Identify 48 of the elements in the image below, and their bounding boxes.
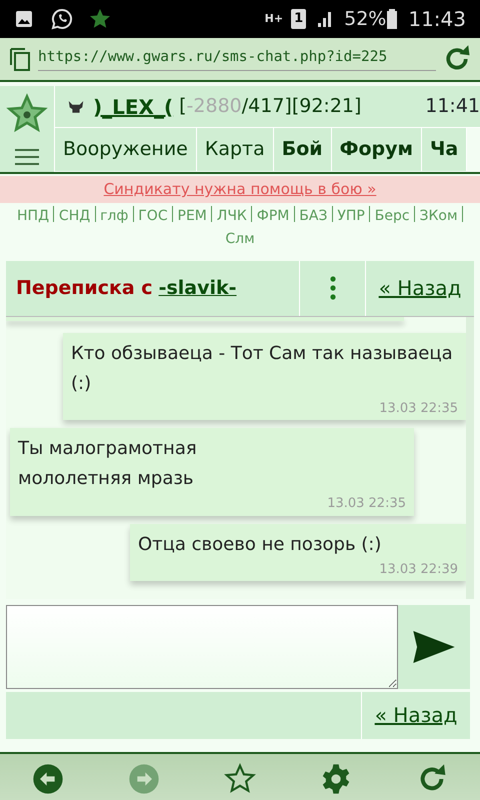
logo-star-icon[interactable] bbox=[6, 93, 48, 135]
message-text: Ты малограмотная мололетняя мразь bbox=[18, 437, 198, 491]
nav-tab[interactable]: Вооружение bbox=[55, 128, 197, 171]
message-input[interactable] bbox=[6, 604, 398, 688]
quick-link[interactable]: ФРМ bbox=[256, 208, 290, 224]
quick-link[interactable]: ЗКом bbox=[419, 208, 458, 224]
settings-icon[interactable] bbox=[320, 763, 352, 795]
quick-link[interactable]: НПД bbox=[17, 208, 50, 224]
quick-link[interactable]: СНД bbox=[58, 208, 90, 224]
menu-icon[interactable] bbox=[15, 149, 39, 165]
message-time: 13.03 22:39 bbox=[378, 560, 458, 578]
quick-link[interactable]: ЛЧК bbox=[216, 208, 247, 224]
message-text: Кто обзываеца - Тот Сам так называеца (:) bbox=[71, 342, 454, 396]
server-time: 11:41 bbox=[425, 94, 480, 120]
network-label: H+ bbox=[264, 10, 284, 27]
back-icon[interactable] bbox=[32, 763, 64, 795]
sim-icon: 1 bbox=[291, 9, 306, 29]
battery-icon bbox=[386, 8, 398, 30]
contact-link[interactable]: -slavik- bbox=[158, 274, 237, 302]
back-link[interactable]: « Назад bbox=[374, 700, 458, 730]
copy-icon[interactable] bbox=[8, 47, 32, 71]
clock: 11:43 bbox=[408, 6, 466, 33]
battery-label: 52% bbox=[344, 6, 386, 32]
nav-tab[interactable]: Бой bbox=[274, 128, 332, 171]
nav-tab[interactable]: Карта bbox=[196, 128, 274, 171]
quick-link[interactable]: Слм bbox=[225, 230, 255, 246]
nav-tab[interactable]: Ча bbox=[422, 128, 468, 171]
player-stats: [-2880/417][92:21] bbox=[179, 94, 362, 120]
quick-link[interactable]: Берс bbox=[374, 208, 410, 224]
message-time: 13.03 22:35 bbox=[326, 495, 406, 513]
quick-link[interactable]: ГОС bbox=[138, 208, 168, 224]
gallery-icon bbox=[14, 9, 34, 29]
more-options-icon[interactable] bbox=[330, 276, 336, 300]
star-icon[interactable] bbox=[224, 763, 256, 795]
quick-link[interactable]: БАЗ bbox=[299, 208, 328, 224]
back-link[interactable]: « Назад bbox=[378, 273, 462, 303]
nav-tab[interactable]: Форум bbox=[332, 128, 422, 171]
quick-link[interactable]: глф bbox=[100, 208, 128, 224]
chat-title: Переписка с bbox=[16, 276, 153, 301]
chat-bubble-icon bbox=[50, 7, 74, 31]
send-icon bbox=[413, 630, 455, 662]
quick-link[interactable]: УПР bbox=[337, 208, 365, 224]
quick-link[interactable]: РЕМ bbox=[178, 208, 207, 224]
message-time: 13.03 22:35 bbox=[378, 400, 458, 418]
player-link[interactable]: )_LEX_( bbox=[93, 92, 174, 122]
message-text: Отца своево не позорь (:) bbox=[138, 532, 382, 556]
skull-icon bbox=[67, 99, 85, 114]
send-button[interactable] bbox=[398, 604, 470, 688]
